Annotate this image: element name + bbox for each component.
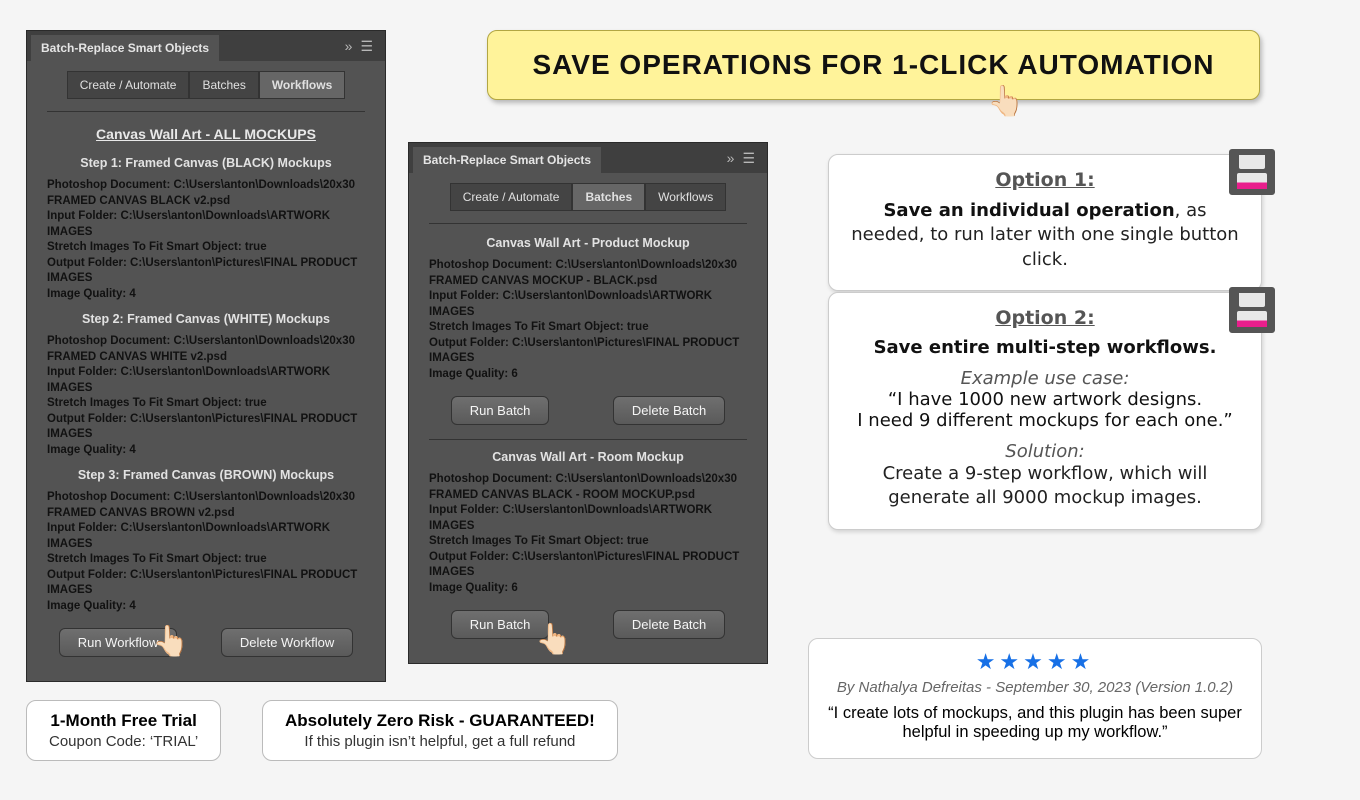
delete-batch-button[interactable]: Delete Batch [613,610,725,639]
tab-create-automate[interactable]: Create / Automate [450,183,573,211]
subtabs: Create / Automate Batches Workflows [429,173,747,224]
option-1-card: Option 1: Save an individual operation, … [828,154,1262,291]
guarantee-title: Absolutely Zero Risk - GUARANTEED! [285,711,595,731]
guarantee-card: Absolutely Zero Risk - GUARANTEED! If th… [262,700,618,761]
option-2-headline: Save entire multi-step workflows. [851,337,1239,358]
subtabs: Create / Automate Batches Workflows [47,61,365,112]
batches-panel: Batch-Replace Smart Objects » ☰ Create /… [408,142,768,664]
review-card: ★★★★★ By Nathalya Defreitas - September … [808,638,1262,759]
option-2-card: Option 2: Save entire multi-step workflo… [828,292,1262,530]
headline-banner: SAVE OPERATIONS FOR 1-CLICK AUTOMATION [487,30,1260,100]
batch-2-details: Photoshop Document: C:\Users\anton\Downl… [429,470,747,600]
menu-icon[interactable]: ☰ [742,150,755,167]
workflow-title: Canvas Wall Art - ALL MOCKUPS [47,118,365,150]
solution-heading: Solution: [851,441,1239,462]
tab-create-automate[interactable]: Create / Automate [67,71,190,99]
step-3-title: Step 3: Framed Canvas (BROWN) Mockups [47,462,365,488]
example-text: “I have 1000 new artwork designs. I need… [851,389,1239,431]
delete-workflow-button[interactable]: Delete Workflow [221,628,353,657]
run-batch-button[interactable]: Run Batch [451,610,550,639]
step-1-title: Step 1: Framed Canvas (BLACK) Mockups [47,150,365,176]
chevrons-icon[interactable]: » [727,150,735,167]
panel-title-tab: Batch-Replace Smart Objects [413,147,601,173]
option-2-heading: Option 2: [851,307,1239,329]
menu-icon[interactable]: ☰ [360,38,373,55]
step-2-title: Step 2: Framed Canvas (WHITE) Mockups [47,306,365,332]
batch-1-title: Canvas Wall Art - Product Mockup [429,230,747,256]
option-1-bold: Save an individual operation [883,200,1174,221]
tab-workflows[interactable]: Workflows [645,183,726,211]
option-1-heading: Option 1: [851,169,1239,191]
panel-header: Batch-Replace Smart Objects » ☰ [27,31,385,61]
step-3-details: Photoshop Document: C:\Users\anton\Downl… [47,488,365,618]
panel-header: Batch-Replace Smart Objects » ☰ [409,143,767,173]
workflows-panel: Batch-Replace Smart Objects » ☰ Create /… [26,30,386,682]
trial-subtitle: Coupon Code: ‘TRIAL’ [49,733,198,750]
review-byline: By Nathalya Defreitas - September 30, 20… [827,679,1243,696]
save-icon [1229,287,1275,333]
free-trial-card: 1-Month Free Trial Coupon Code: ‘TRIAL’ [26,700,221,761]
batch-1-details: Photoshop Document: C:\Users\anton\Downl… [429,256,747,386]
step-2-details: Photoshop Document: C:\Users\anton\Downl… [47,332,365,462]
panel-title-tab: Batch-Replace Smart Objects [31,35,219,61]
solution-text: Create a 9-step workflow, which will gen… [851,462,1239,511]
tab-batches[interactable]: Batches [572,183,645,211]
example-heading: Example use case: [851,368,1239,389]
batch-2-title: Canvas Wall Art - Room Mockup [429,444,747,470]
save-icon [1229,149,1275,195]
guarantee-subtitle: If this plugin isn’t helpful, get a full… [285,733,595,750]
trial-title: 1-Month Free Trial [49,711,198,731]
delete-batch-button[interactable]: Delete Batch [613,396,725,425]
chevrons-icon[interactable]: » [345,38,353,55]
star-rating-icon: ★★★★★ [827,649,1243,675]
run-workflow-button[interactable]: Run Workflow [59,628,178,657]
tab-batches[interactable]: Batches [189,71,258,99]
run-batch-button[interactable]: Run Batch [451,396,550,425]
step-1-details: Photoshop Document: C:\Users\anton\Downl… [47,176,365,306]
tab-workflows[interactable]: Workflows [259,71,345,99]
review-text: “I create lots of mockups, and this plug… [827,704,1243,742]
